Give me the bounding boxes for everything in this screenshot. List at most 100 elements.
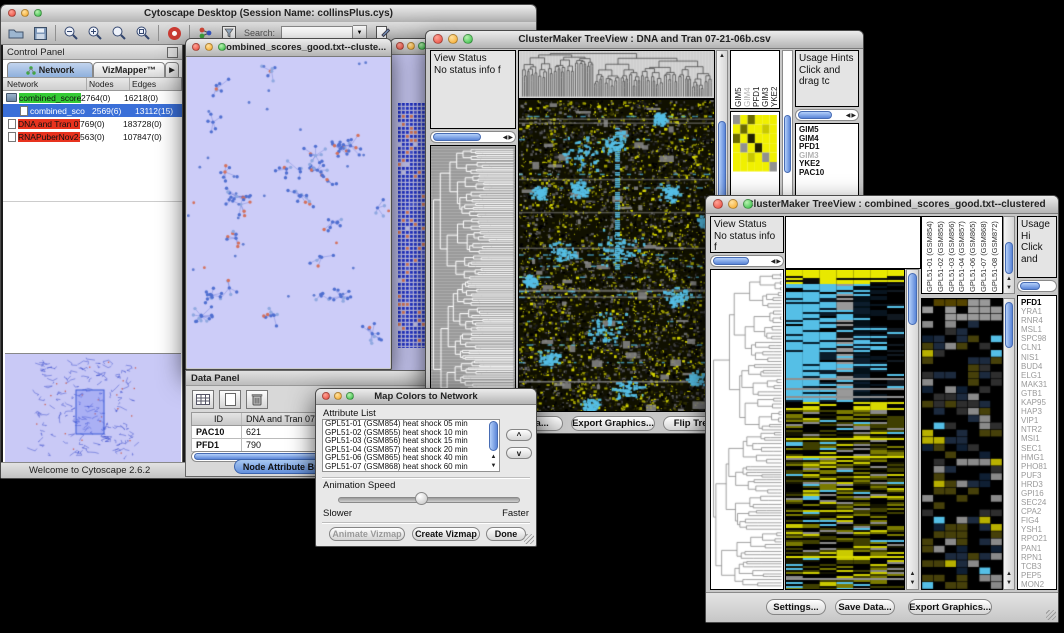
scroll-right-icon[interactable]: ▶ xyxy=(851,112,856,119)
view-status-scrollbar[interactable]: ◀▶ xyxy=(710,255,784,267)
gene-label[interactable]: VIP1 xyxy=(1021,416,1056,425)
network-view-canvas[interactable] xyxy=(187,57,390,368)
scroll-left-icon[interactable]: ◀ xyxy=(771,258,776,265)
zoom-window-icon[interactable] xyxy=(34,9,42,17)
create-vizmap-button[interactable]: Create Vizmap xyxy=(412,527,480,541)
dialog-titlebar[interactable]: Map Colors to Network xyxy=(316,389,536,405)
scroll-up-icon[interactable]: ▲ xyxy=(1004,570,1014,579)
column-label[interactable]: GPL51-01 (GSM854) xyxy=(925,219,936,292)
slider-thumb[interactable] xyxy=(415,492,428,505)
usage-hints-scrollbar[interactable]: ◀▶ xyxy=(795,109,859,121)
treeview1-titlebar[interactable]: ClusterMaker TreeView : DNA and Tran 07-… xyxy=(426,31,863,49)
column-label[interactable]: GPL51-02 (GSM855) xyxy=(936,219,947,292)
zoom-window-icon[interactable] xyxy=(743,199,753,209)
close-icon[interactable] xyxy=(322,392,330,400)
done-button[interactable]: Done xyxy=(486,527,526,541)
settings-button[interactable]: Settings... xyxy=(766,599,826,615)
move-down-button[interactable]: v xyxy=(506,447,532,459)
gene-label[interactable]: FIG4 xyxy=(1021,516,1056,525)
gene-label[interactable]: MSI1 xyxy=(1021,434,1056,443)
array-dendrogram-canvas[interactable] xyxy=(519,51,714,98)
treeview2-titlebar[interactable]: ClusterMaker TreeView : combined_scores_… xyxy=(706,196,1058,214)
column-label[interactable]: GIM3 xyxy=(761,53,770,107)
zoom-vscrollbar[interactable]: ▲ ▼ xyxy=(1003,298,1015,590)
scrollbar-thumb[interactable] xyxy=(1005,302,1013,348)
zoom-fit-icon[interactable] xyxy=(134,25,152,41)
scrollbar-thumb[interactable] xyxy=(908,273,917,325)
gene-label[interactable]: RPN1 xyxy=(1021,553,1056,562)
scroll-down-icon[interactable]: ▼ xyxy=(907,579,918,588)
resize-grip[interactable] xyxy=(524,534,534,544)
gene-label[interactable]: TCB3 xyxy=(1021,562,1056,571)
scroll-left-icon[interactable]: ◀ xyxy=(503,134,508,141)
gene-label[interactable]: GPI16 xyxy=(1021,489,1056,498)
scrollbar-thumb[interactable] xyxy=(1005,242,1013,274)
network-list-row[interactable]: DNA and Tran 07769(0)183728(0) xyxy=(3,117,182,130)
zoom-window-icon[interactable] xyxy=(346,392,354,400)
labels-vscrollbar[interactable]: ▲ ▼ xyxy=(1003,216,1015,294)
column-label[interactable]: GIM5 xyxy=(734,53,743,107)
network-overview-canvas[interactable] xyxy=(5,354,180,466)
network-list-row[interactable]: combined_scores2764(0)16218(0) xyxy=(3,91,182,104)
tab-vizmapper[interactable]: VizMapper™ xyxy=(93,62,165,77)
scroll-up-icon[interactable]: ▲ xyxy=(907,570,918,579)
gene-dendrogram-canvas[interactable] xyxy=(431,146,515,411)
gene-label[interactable]: HMG1 xyxy=(1021,453,1056,462)
zoom-heatmap-canvas[interactable] xyxy=(922,299,1002,589)
scrollbar-thumb[interactable] xyxy=(713,257,749,265)
zoom-window-icon[interactable] xyxy=(463,34,473,44)
minimize-icon[interactable] xyxy=(334,392,342,400)
gene-label[interactable]: GTB1 xyxy=(1021,389,1056,398)
gene-label[interactable]: SPC98 xyxy=(1021,334,1056,343)
minimize-icon[interactable] xyxy=(728,199,738,209)
column-label[interactable]: GPL51-07 (GSM868) xyxy=(979,219,990,292)
gene-label[interactable]: HAP3 xyxy=(1021,407,1056,416)
zoom-heatmap-panel[interactable] xyxy=(921,298,1003,590)
scroll-up-icon[interactable]: ▲ xyxy=(1004,275,1014,284)
scroll-down-icon[interactable]: ▼ xyxy=(488,462,499,471)
save-icon[interactable] xyxy=(31,25,49,41)
gene-label[interactable]: MAK31 xyxy=(1021,380,1056,389)
column-labels-panel[interactable]: GIM5GIM4PFD1GIM3YKE2PAC10 xyxy=(730,50,780,109)
scroll-right-icon[interactable]: ▶ xyxy=(508,134,513,141)
gene-label[interactable]: PEP5 xyxy=(1021,571,1056,580)
gene-label[interactable]: RNR4 xyxy=(1021,316,1056,325)
attribute-list[interactable]: GPL51-01 (GSM854) heat shock 05 minGPL51… xyxy=(322,419,500,472)
gene-dendrogram-canvas[interactable] xyxy=(711,270,783,589)
gene-label[interactable]: ELG1 xyxy=(1021,371,1056,380)
scroll-up-icon[interactable]: ▲ xyxy=(488,453,499,462)
heatmap-vscrollbar[interactable]: ▲ ▼ xyxy=(906,269,919,590)
new-page-icon[interactable] xyxy=(219,390,241,409)
column-label[interactable]: GPL51-08 (GSM872) xyxy=(990,219,1001,292)
table-view-icon[interactable] xyxy=(192,390,214,409)
zoom-window-icon[interactable] xyxy=(218,43,226,51)
gene-label[interactable]: HRD3 xyxy=(1021,480,1056,489)
zoom-out-icon[interactable] xyxy=(62,25,80,41)
scroll-left-icon[interactable]: ◀ xyxy=(846,112,851,119)
zoom-in-icon[interactable] xyxy=(86,25,104,41)
network-list-row[interactable]: RNAPuberNov2+!563(0)107847(0) xyxy=(3,130,182,143)
gene-label[interactable]: YSH1 xyxy=(1021,525,1056,534)
zoom-heatmap-canvas[interactable] xyxy=(733,115,777,172)
gene-label[interactable]: SEC24 xyxy=(1021,498,1056,507)
zoom-selected-icon[interactable] xyxy=(110,25,128,41)
gene-label[interactable]: CLN1 xyxy=(1021,343,1056,352)
gene-label[interactable]: RPO21 xyxy=(1021,534,1056,543)
gene-label[interactable]: BUD4 xyxy=(1021,362,1056,371)
attribute-item[interactable]: GPL51-07 (GSM868) heat shock 60 min xyxy=(323,463,499,472)
main-titlebar[interactable]: Cytoscape Desktop (Session Name: collins… xyxy=(1,5,536,23)
resize-grip[interactable] xyxy=(1046,610,1056,620)
scroll-up-icon[interactable]: ▲ xyxy=(717,52,727,61)
scroll-down-icon[interactable]: ▼ xyxy=(1004,284,1014,293)
tab-network[interactable]: Network xyxy=(7,62,93,77)
float-panel-icon[interactable] xyxy=(167,47,178,58)
gene-label[interactable]: SEC1 xyxy=(1021,444,1056,453)
attribute-list-scrollbar[interactable]: ▲ ▼ xyxy=(488,420,499,471)
global-heatmap-canvas[interactable] xyxy=(519,100,714,411)
network-list-row[interactable]: combined_sco2569(6)13112(15) xyxy=(3,104,182,117)
column-label[interactable]: PFD1 xyxy=(752,53,761,107)
column-label[interactable]: GPL51-06 (GSM865) xyxy=(968,219,979,292)
column-label[interactable]: GPL51-04 (GSM857) xyxy=(957,219,968,292)
close-icon[interactable] xyxy=(713,199,723,209)
scroll-down-icon[interactable]: ▼ xyxy=(1004,579,1014,588)
